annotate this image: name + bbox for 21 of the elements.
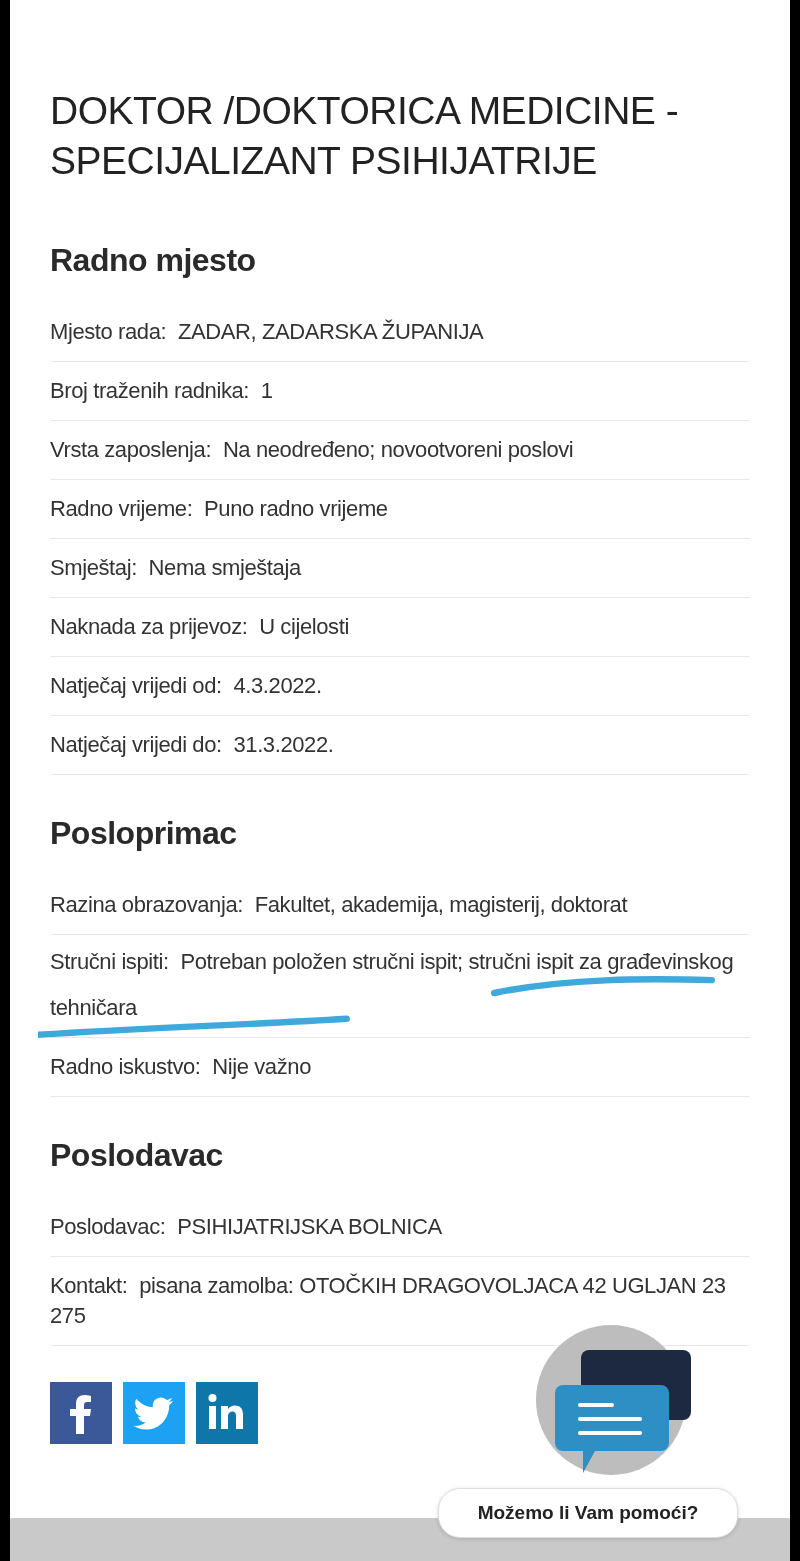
detail-line: Natječaj vrijedi od: 4.3.2022. bbox=[50, 672, 323, 700]
linkedin-icon[interactable] bbox=[196, 1382, 258, 1444]
section-heading: Radno mjesto bbox=[50, 242, 257, 279]
twitter-icon[interactable] bbox=[123, 1382, 185, 1444]
detail-line: Kontakt: pisana zamolba: OTOČKIH DRAGOVOLJACA 42 UGLJAN 23 275 bbox=[50, 1272, 727, 1330]
detail-line: Stručni ispiti: Potreban položen stručni ispit; stručni ispit za građevinskog tehničara bbox=[50, 948, 735, 1022]
chat-button[interactable]: Možemo li Vam pomoći? bbox=[438, 1488, 738, 1538]
detail-line: Natječaj vrijedi do: 31.3.2022. bbox=[50, 731, 335, 759]
section-heading: Posloprimac bbox=[50, 815, 238, 852]
detail-line: Mjesto rada: ZADAR, ZADARSKA ŽUPANIJA bbox=[50, 318, 485, 346]
detail-line: Vrsta zaposlenja: Na neodređeno; novootvoreni poslovi bbox=[50, 436, 575, 464]
detail-line: Naknada za prijevoz: U cijelosti bbox=[50, 613, 350, 641]
section-heading: Poslodavac bbox=[50, 1137, 224, 1174]
detail-line: Smještaj: Nema smještaja bbox=[50, 554, 303, 582]
detail-line: Poslodavac: PSIHIJATRIJSKA BOLNICA bbox=[50, 1213, 443, 1241]
page-title: DOKTOR /DOKTORICA MEDICINE - SPECIJALIZANT PSIHIJATRIJE bbox=[50, 88, 680, 184]
detail-line: Razina obrazovanja: Fakultet, akademija, magisterij, doktorat bbox=[50, 891, 629, 919]
facebook-icon[interactable] bbox=[50, 1382, 112, 1444]
detail-line: Radno iskustvo: Nije važno bbox=[50, 1053, 312, 1081]
detail-line: Radno vrijeme: Puno radno vrijeme bbox=[50, 495, 389, 523]
detail-line: Broj traženih radnika: 1 bbox=[50, 377, 274, 405]
